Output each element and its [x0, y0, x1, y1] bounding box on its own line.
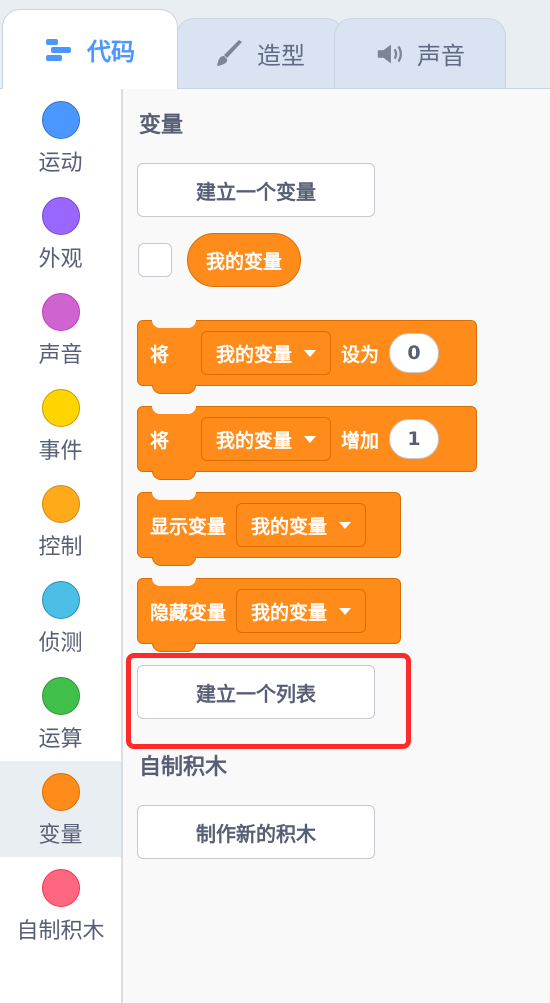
- tab-sounds-label: 声音: [417, 42, 465, 70]
- variable-dropdown[interactable]: 我的变量: [201, 331, 332, 375]
- code-panel: 运动 外观 声音 事件 控制 侦测 运算 变量 自制积木 变量 建立一个变量 我…: [0, 88, 550, 1003]
- category-operators[interactable]: 运算: [0, 665, 121, 761]
- category-menu: 运动 外观 声音 事件 控制 侦测 运算 变量 自制积木: [0, 89, 123, 1003]
- set-block-verb: 设为: [341, 343, 380, 366]
- category-looks[interactable]: 外观: [0, 185, 121, 281]
- variable-dropdown[interactable]: 我的变量: [236, 503, 367, 547]
- value-input[interactable]: 0: [389, 333, 440, 373]
- chevron-down-icon: [339, 607, 352, 615]
- hide-variable-block[interactable]: 隐藏变量 我的变量: [137, 577, 401, 652]
- chevron-down-icon: [304, 349, 317, 357]
- category-label: 自制积木: [16, 919, 105, 944]
- editor-tabs: 代码 造型 声音: [0, 0, 550, 89]
- tab-costumes-label: 造型: [257, 42, 305, 70]
- motion-color-dot: [41, 101, 80, 139]
- sound-color-dot: [41, 293, 80, 331]
- set-block-prefix: 将: [150, 343, 170, 366]
- value-input[interactable]: 1: [389, 419, 440, 459]
- speaker-icon: [375, 40, 405, 68]
- my-blocks-section-title: 自制积木: [139, 755, 228, 780]
- dropdown-value: 我的变量: [216, 429, 293, 452]
- looks-color-dot: [41, 197, 80, 235]
- category-label: 变量: [38, 823, 83, 848]
- make-list-button[interactable]: 建立一个列表: [137, 665, 375, 719]
- category-motion[interactable]: 运动: [0, 89, 121, 185]
- variable-dropdown[interactable]: 我的变量: [201, 417, 332, 461]
- category-my-blocks[interactable]: 自制积木: [0, 857, 121, 953]
- hide-block-label: 隐藏变量: [150, 601, 227, 624]
- control-color-dot: [41, 485, 80, 523]
- set-variable-block[interactable]: 将 我的变量 设为 0: [137, 319, 477, 394]
- category-label: 侦测: [38, 631, 83, 656]
- category-label: 外观: [38, 247, 83, 272]
- code-icon: [45, 36, 75, 64]
- category-label: 声音: [38, 343, 83, 368]
- category-sensing[interactable]: 侦测: [0, 569, 121, 665]
- category-label: 事件: [38, 439, 83, 464]
- make-variable-button[interactable]: 建立一个变量: [137, 163, 375, 217]
- dropdown-value: 我的变量: [251, 515, 328, 538]
- change-block-verb: 增加: [341, 429, 380, 452]
- tab-costumes[interactable]: 造型: [176, 18, 344, 88]
- tab-code[interactable]: 代码: [2, 9, 178, 89]
- variable-dropdown[interactable]: 我的变量: [236, 589, 367, 633]
- tab-sounds[interactable]: 声音: [334, 18, 506, 88]
- category-control[interactable]: 控制: [0, 473, 121, 569]
- category-variables[interactable]: 变量: [0, 761, 121, 857]
- sensing-color-dot: [41, 581, 80, 619]
- category-label: 控制: [38, 535, 83, 560]
- chevron-down-icon: [304, 435, 317, 443]
- my-blocks-color-dot: [41, 869, 80, 907]
- variable-reporter-block[interactable]: 我的变量: [187, 233, 302, 287]
- category-events[interactable]: 事件: [0, 377, 121, 473]
- blocks-palette: 变量 建立一个变量 我的变量 将 我的变量 设为 0 将 我的变量 增加 1 显…: [123, 89, 550, 1003]
- make-block-button[interactable]: 制作新的积木: [137, 805, 375, 859]
- tab-code-label: 代码: [87, 38, 135, 66]
- brush-icon: [215, 39, 245, 68]
- chevron-down-icon: [339, 521, 352, 529]
- change-block-prefix: 将: [150, 429, 170, 452]
- dropdown-value: 我的变量: [216, 343, 293, 366]
- show-variable-block[interactable]: 显示变量 我的变量: [137, 491, 401, 566]
- show-block-label: 显示变量: [150, 515, 227, 538]
- operators-color-dot: [41, 677, 80, 715]
- category-label: 运动: [38, 151, 83, 176]
- variable-monitor-checkbox[interactable]: [138, 243, 172, 277]
- variables-color-dot: [41, 773, 80, 811]
- dropdown-value: 我的变量: [251, 601, 328, 624]
- events-color-dot: [41, 389, 80, 427]
- variables-section-title: 变量: [139, 113, 184, 138]
- category-label: 运算: [38, 727, 83, 752]
- change-variable-block[interactable]: 将 我的变量 增加 1: [137, 405, 477, 480]
- category-sound[interactable]: 声音: [0, 281, 121, 377]
